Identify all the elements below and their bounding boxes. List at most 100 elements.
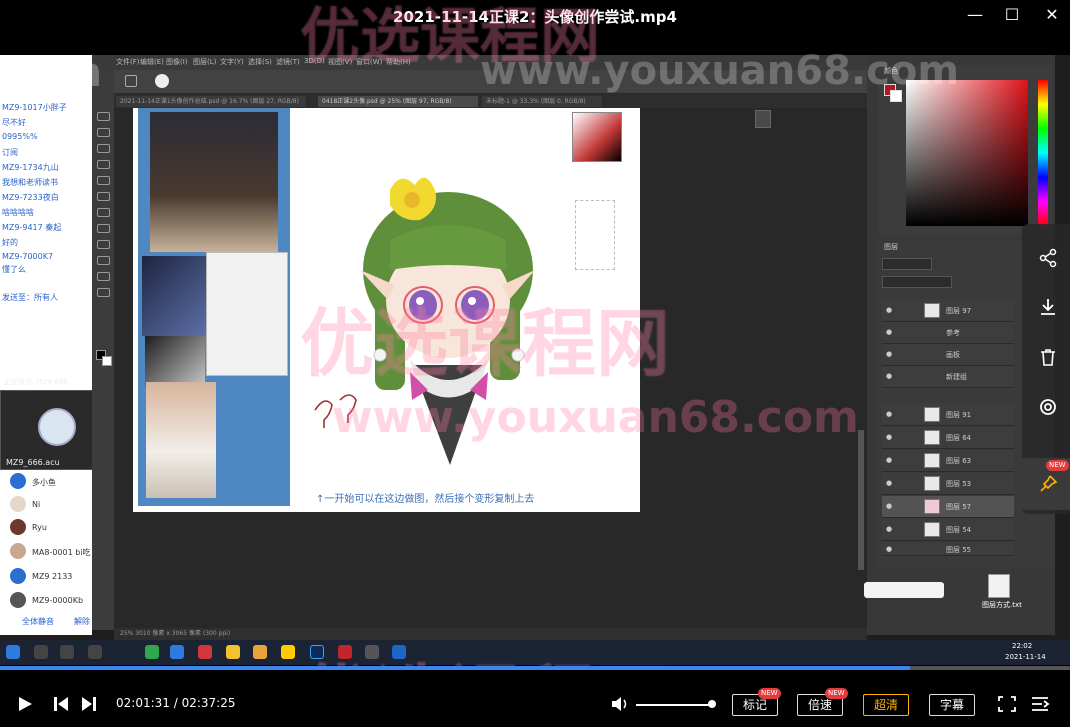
doc-tab[interactable]: 未标题-1 @ 33.3% (图层 0, RGB/8) — [482, 96, 602, 107]
menu-item[interactable]: 滤镜(T) — [276, 57, 300, 67]
background-color-swatch[interactable] — [102, 356, 112, 366]
download-icon[interactable] — [1036, 297, 1060, 321]
visibility-icon[interactable]: ● — [886, 479, 892, 487]
watermark-url: www.youxuan68.com — [332, 392, 859, 443]
vertical-scrollbar[interactable] — [858, 430, 864, 570]
subtitle-button[interactable]: 字幕 — [929, 694, 975, 716]
visibility-icon[interactable]: ● — [886, 433, 892, 441]
layer-row[interactable]: ● 图层 53 — [882, 473, 1014, 495]
video-player-window: 2021-11-14正课2：头像创作尝试.mp4 — ☐ ✕ MZ9-1017小… — [0, 0, 1070, 727]
move-tool-icon[interactable] — [97, 112, 110, 121]
chat-line: MZ9-9417 秦起 — [2, 223, 62, 232]
brush-size-icon[interactable] — [155, 74, 169, 88]
visibility-icon[interactable]: ● — [886, 410, 892, 418]
delete-icon[interactable] — [1036, 347, 1060, 371]
app-icon[interactable] — [88, 645, 102, 659]
search-icon[interactable] — [34, 645, 48, 659]
desktop-file-icon[interactable] — [988, 574, 1010, 598]
volume-knob[interactable] — [708, 700, 716, 708]
menu-item[interactable]: 选择(S) — [248, 57, 272, 67]
chrome-icon[interactable] — [253, 645, 267, 659]
quality-button[interactable]: 超清 — [863, 694, 909, 716]
crop-tool-icon[interactable] — [97, 176, 110, 185]
layer-row[interactable]: ● 图层 91 — [882, 404, 1014, 426]
visibility-icon[interactable]: ● — [886, 525, 892, 533]
menu-item[interactable]: 图层(L) — [193, 57, 216, 67]
edge-icon[interactable] — [170, 645, 184, 659]
pin-icon[interactable] — [1036, 474, 1060, 498]
qq-icon[interactable] — [281, 645, 295, 659]
member-name: MA8-0001 bi吃 — [32, 548, 91, 557]
visibility-icon[interactable]: ● — [886, 502, 892, 510]
blend-mode-select[interactable] — [882, 276, 952, 288]
maximize-button[interactable]: ☐ — [997, 4, 1027, 26]
lasso-tool-icon[interactable] — [97, 144, 110, 153]
eraser-icon[interactable] — [97, 224, 110, 233]
play-icon[interactable] — [16, 695, 34, 718]
layer-row-selected[interactable]: ● 图层 57 — [882, 496, 1014, 518]
fullscreen-icon[interactable] — [997, 695, 1017, 718]
menu-item[interactable]: 文件(F) — [116, 57, 140, 67]
current-speaker: 正在讲话: MZ9-666... — [4, 378, 75, 386]
menu-item[interactable]: 编辑(E) — [140, 57, 164, 67]
layer-filter-select[interactable] — [882, 258, 932, 270]
layer-row[interactable]: ● 图层 64 — [882, 427, 1014, 449]
member-name: MZ9-0000Kb — [32, 596, 84, 605]
panel-collapse-icon[interactable] — [755, 110, 771, 128]
hand-tool-icon[interactable] — [97, 272, 110, 281]
ime-toolbar[interactable] — [864, 582, 944, 598]
folder-icon[interactable] — [226, 645, 240, 659]
layer-row[interactable]: ● 图层 97 — [882, 300, 1014, 322]
hue-slider[interactable] — [1038, 80, 1048, 226]
marquee-tool-icon[interactable] — [97, 128, 110, 137]
previous-icon[interactable] — [52, 695, 70, 718]
brush-tool-icon[interactable] — [125, 75, 137, 87]
layer-row[interactable]: ● 新建组 — [882, 366, 1014, 388]
brush-icon[interactable] — [97, 208, 110, 217]
volume-icon[interactable] — [610, 695, 630, 718]
layer-name: 图层 55 — [946, 546, 972, 554]
chat-line: 尽不好 — [2, 118, 26, 127]
chat-line: 懂了么 — [2, 265, 26, 274]
unmute-button[interactable]: 解除 — [74, 616, 90, 627]
visibility-icon[interactable]: ● — [886, 372, 892, 380]
layer-row[interactable]: ● 画板 — [882, 344, 1014, 366]
watermark-url: www.youxuan68.com — [480, 48, 960, 94]
layer-row[interactable]: ● 图层 54 — [882, 519, 1014, 541]
app-icon[interactable] — [145, 645, 159, 659]
mute-all-button[interactable]: 全体静音 — [22, 616, 54, 627]
layer-row[interactable]: ● 图层 63 — [882, 450, 1014, 472]
chat-send-to[interactable]: 发送至：所有人 — [2, 292, 58, 303]
visibility-icon[interactable]: ● — [886, 350, 892, 358]
next-icon[interactable] — [80, 695, 98, 718]
share-icon[interactable] — [1036, 248, 1060, 272]
layer-name: 图层 53 — [946, 480, 972, 488]
reference-image — [150, 112, 278, 252]
playlist-icon[interactable] — [1030, 695, 1050, 718]
volume-slider[interactable] — [636, 704, 712, 706]
menu-item[interactable]: 图像(I) — [166, 57, 188, 67]
taskview-icon[interactable] — [60, 645, 74, 659]
settings-icon[interactable] — [1036, 397, 1060, 421]
close-button[interactable]: ✕ — [1037, 4, 1067, 26]
text-tool-icon[interactable] — [97, 240, 110, 249]
visibility-icon[interactable]: ● — [886, 545, 892, 553]
visibility-icon[interactable]: ● — [886, 328, 892, 336]
visibility-icon[interactable]: ● — [886, 456, 892, 464]
pen-tool-icon[interactable] — [97, 256, 110, 265]
zoom-tool-icon[interactable] — [97, 288, 110, 297]
layer-row[interactable]: ● 图层 55 — [882, 542, 1014, 556]
minimize-button[interactable]: — — [960, 4, 990, 26]
start-icon[interactable] — [6, 645, 20, 659]
magic-wand-icon[interactable] — [97, 160, 110, 169]
layer-row[interactable]: ● 参考 — [882, 322, 1014, 344]
menu-item[interactable]: 文字(Y) — [220, 57, 244, 67]
visibility-icon[interactable]: ● — [886, 306, 892, 314]
doc-tab[interactable]: 0418正课2头像.psd @ 25% (图层 97, RGB/8) — [318, 96, 478, 107]
color-field[interactable] — [906, 80, 1028, 226]
eyedropper-icon[interactable] — [97, 192, 110, 201]
app-icon[interactable] — [198, 645, 212, 659]
chat-line: MZ9-1734九山 — [2, 163, 59, 172]
doc-tab[interactable]: 2021-11-14正课1头像创作总结.psd @ 16.7% (图层 27, … — [116, 96, 306, 107]
sketch-notes — [575, 200, 615, 270]
